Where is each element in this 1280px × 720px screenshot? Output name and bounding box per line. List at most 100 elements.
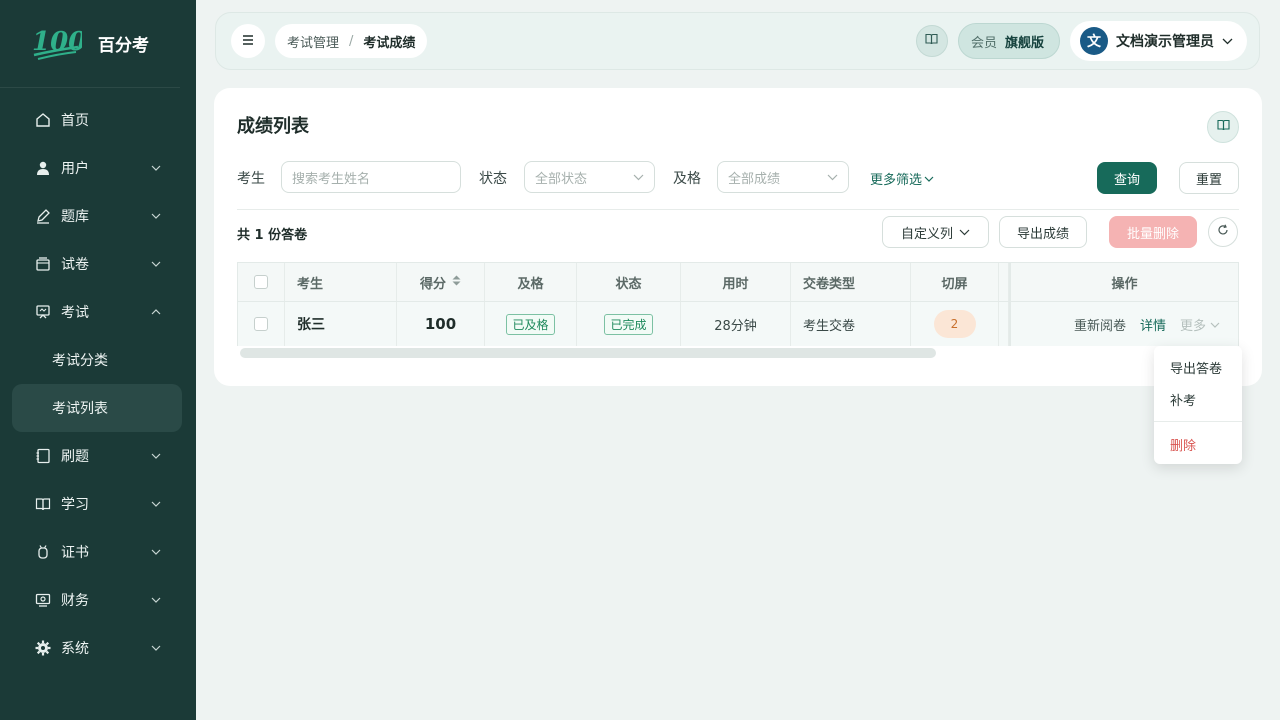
breadcrumb-separator: / [349, 33, 354, 49]
book-icon [925, 33, 939, 49]
paper-icon [34, 255, 52, 273]
book-icon [1216, 119, 1230, 135]
more-actions-dropdown[interactable]: 更多 [1180, 315, 1220, 334]
sidebar-item-label: 学习 [61, 497, 89, 513]
more-actions-label: 更多 [1179, 318, 1206, 334]
sidebar-item-exams[interactable]: 考试 [0, 288, 196, 336]
actions-cell: 重新阅卷 详情 更多 [1009, 302, 1238, 346]
chevron-down-icon [150, 594, 162, 606]
total-count: 共 1 份答卷 [237, 228, 308, 243]
detail-link[interactable]: 详情 [1140, 315, 1166, 334]
sidebar-subitem-exam-category[interactable]: 考试分类 [0, 336, 196, 384]
brand-name: 百分考 [98, 36, 149, 56]
menu-toggle-button[interactable] [231, 24, 265, 58]
more-filters-link[interactable]: 更多筛选 [870, 169, 934, 188]
row-checkbox-cell [238, 302, 285, 346]
column-header: 状态 [577, 263, 681, 301]
switch-count-badge: 2 [933, 310, 976, 338]
sidebar-item-question-bank[interactable]: 题库 [0, 192, 196, 240]
sidebar-item-system[interactable]: 系统 [0, 624, 196, 672]
membership-badge[interactable]: 会员 旗舰版 [957, 23, 1060, 59]
chevron-down-icon [150, 162, 162, 174]
chevron-down-icon [150, 258, 162, 270]
chevron-down-icon [150, 642, 162, 654]
select-all-checkbox-cell [238, 263, 285, 301]
examinee-name: 张三 [285, 302, 397, 346]
horizontal-scrollbar[interactable] [240, 348, 936, 358]
breadcrumb: 考试管理 / 考试成绩 [275, 24, 428, 58]
query-button[interactable]: 查询 [1097, 162, 1157, 194]
menu-item-export-answer[interactable]: 导出答卷 [1170, 358, 1222, 377]
examinee-filter-label: 考生 [237, 171, 265, 187]
custom-columns-button[interactable]: 自定义列 [882, 216, 989, 248]
page-title: 成绩列表 [237, 116, 309, 137]
select-all-checkbox[interactable] [254, 275, 268, 289]
sidebar-item-users[interactable]: 用户 [0, 144, 196, 192]
docs-button[interactable] [915, 25, 948, 57]
status-select[interactable]: 全部状态 [524, 161, 655, 193]
submit-type-value: 考生交卷 [791, 302, 911, 346]
membership-label: 会员 [970, 35, 997, 51]
breadcrumb-current: 考试成绩 [363, 35, 416, 51]
user-name: 文档演示管理员 [1116, 34, 1214, 50]
status-filter-label: 状态 [479, 171, 507, 187]
chevron-down-icon [633, 170, 644, 185]
row-checkbox[interactable] [254, 317, 268, 331]
regrade-link[interactable]: 重新阅卷 [1074, 315, 1126, 334]
status-cell: 已完成 [577, 302, 681, 346]
menu-item-delete[interactable]: 删除 [1170, 435, 1196, 454]
examinee-search-input[interactable]: 搜索考生姓名 [281, 161, 461, 193]
column-header-sortable[interactable]: 得分 [397, 263, 485, 301]
sidebar-item-label: 考试 [61, 305, 89, 321]
column-header: 用时 [681, 263, 791, 301]
notebook-icon [34, 447, 52, 465]
sidebar-item-label: 证书 [61, 545, 89, 561]
sidebar-item-finance[interactable]: 财务 [0, 576, 196, 624]
reset-button[interactable]: 重置 [1179, 162, 1239, 194]
topbar: 考试管理 / 考试成绩 会员 旗舰版 文 文档演示管理员 [215, 12, 1260, 70]
sidebar-item-practice[interactable]: 刷题 [0, 432, 196, 480]
menu-item-makeup-exam[interactable]: 补考 [1170, 390, 1196, 409]
chevron-up-icon [150, 306, 162, 318]
chevron-down-icon [150, 450, 162, 462]
book-icon [34, 495, 52, 513]
row-empty-cell [999, 302, 1009, 346]
sidebar-item-label: 财务 [61, 593, 89, 609]
pass-select-value: 全部成绩 [728, 171, 781, 187]
more-filters-label: 更多筛选 [870, 173, 923, 188]
sidebar-item-label: 首页 [61, 113, 89, 129]
refresh-button[interactable] [1208, 217, 1238, 247]
sidebar-subitem-exam-list[interactable]: 考试列表 [12, 384, 182, 432]
sidebar-item-papers[interactable]: 试卷 [0, 240, 196, 288]
hamburger-icon [242, 33, 254, 49]
finance-icon [34, 591, 52, 609]
avatar: 文 [1080, 27, 1108, 55]
certificate-icon [34, 543, 52, 561]
gear-icon [34, 639, 52, 657]
sidebar-item-label: 用户 [61, 161, 89, 177]
sidebar-item-home[interactable]: 首页 [0, 96, 196, 144]
table-row: 张三 100 已及格 已完成 28分钟 考生交卷 2 重新阅卷 详情 更多 [238, 302, 1238, 346]
pass-filter-label: 及格 [673, 171, 701, 187]
column-header: 考生 [285, 263, 397, 301]
chevron-down-icon [150, 210, 162, 222]
column-header: 切屏 [911, 263, 999, 301]
sidebar-item-study[interactable]: 学习 [0, 480, 196, 528]
pass-select[interactable]: 全部成绩 [717, 161, 849, 193]
chevron-down-icon [959, 225, 970, 240]
membership-tier: 旗舰版 [1004, 35, 1044, 51]
chevron-down-icon [827, 170, 838, 185]
exam-board-icon [34, 303, 52, 321]
breadcrumb-item[interactable]: 考试管理 [287, 32, 339, 51]
user-menu[interactable]: 文 文档演示管理员 [1070, 21, 1247, 61]
help-docs-button[interactable] [1207, 111, 1239, 143]
sidebar-item-certificates[interactable]: 证书 [0, 528, 196, 576]
sidebar-item-label: 系统 [61, 641, 89, 657]
batch-delete-button[interactable]: 批量删除 [1109, 216, 1197, 248]
sidebar-item-label: 刷题 [61, 449, 89, 465]
duration-value: 28分钟 [681, 302, 791, 346]
menu-divider [1154, 421, 1242, 422]
sidebar: 100 百分考 首页 用户 题库 试卷 考试 考试分类 考试列表 刷题 学习 证… [0, 0, 196, 720]
more-actions-menu: 导出答卷 补考 删除 [1154, 346, 1242, 464]
export-scores-button[interactable]: 导出成绩 [999, 216, 1087, 248]
